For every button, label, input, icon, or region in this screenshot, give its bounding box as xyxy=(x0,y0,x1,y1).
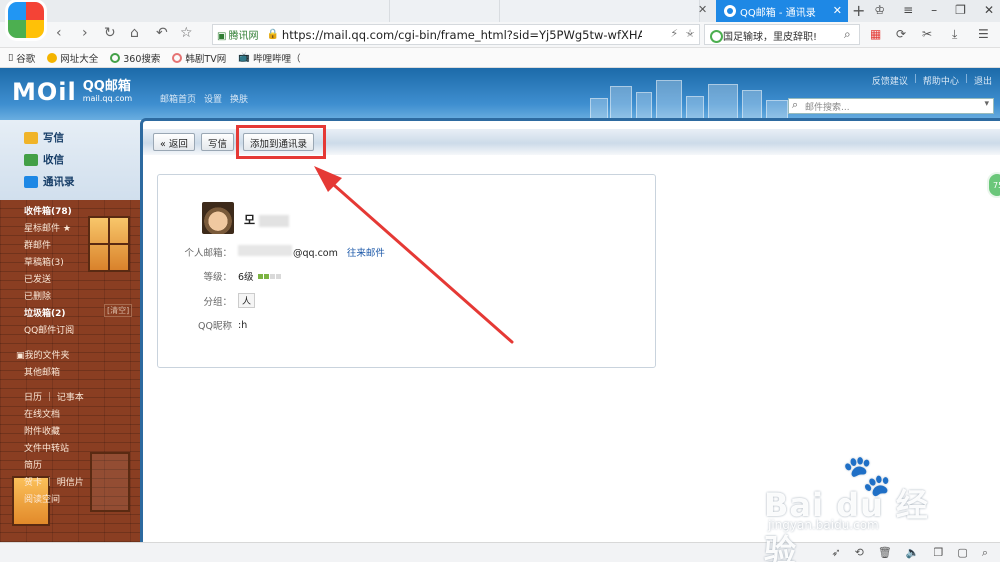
baidu-watermark: 🐾 Bai du 经验 jingyan.baidu.com xyxy=(760,452,960,562)
side-floating-badge[interactable]: 75 xyxy=(987,172,1000,198)
watermark-sub: jingyan.baidu.com xyxy=(768,518,879,532)
zoom-icon[interactable]: ⌕ xyxy=(982,546,988,560)
arrow-shaft xyxy=(324,176,514,344)
